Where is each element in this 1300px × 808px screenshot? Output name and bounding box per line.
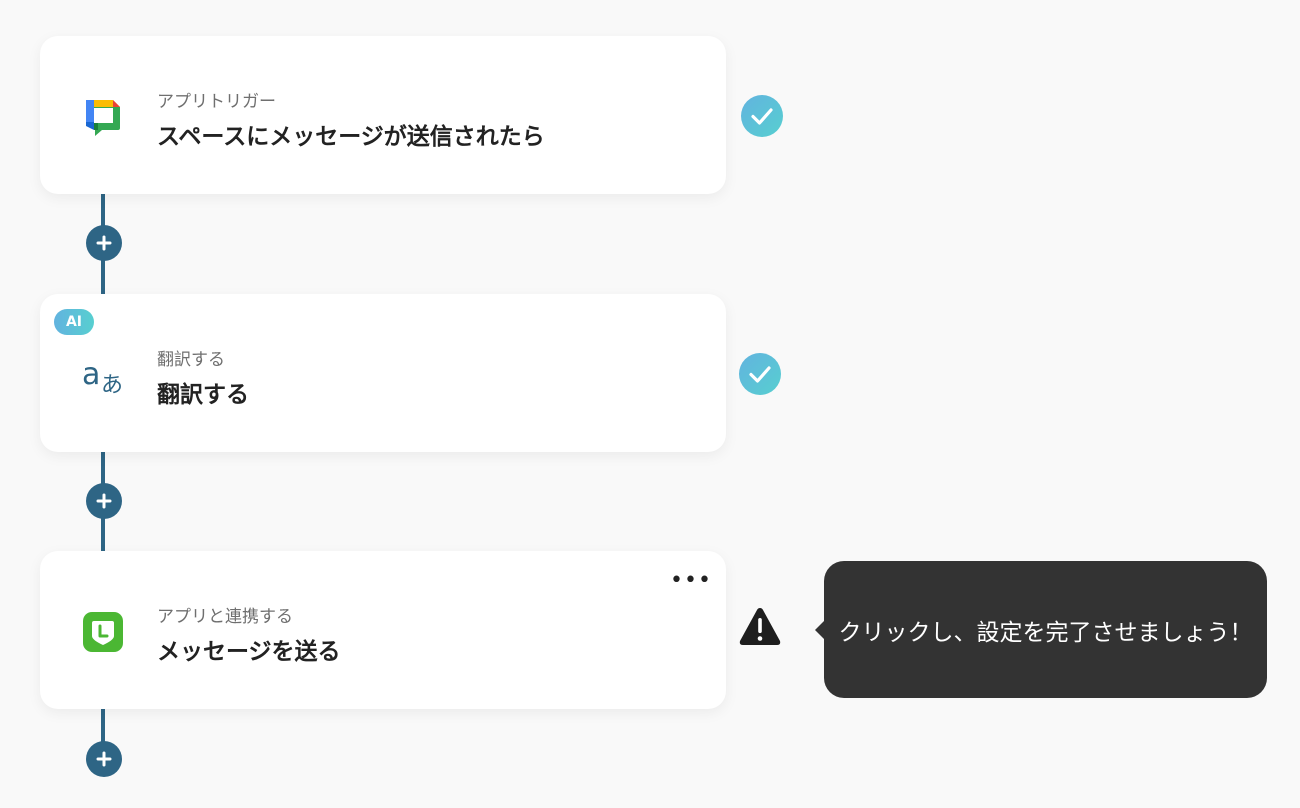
step-title: 翻訳する — [157, 382, 249, 408]
svg-text:あ: あ — [101, 373, 123, 396]
plus-icon — [96, 751, 112, 767]
plus-icon — [96, 493, 112, 509]
step-title: スペースにメッセージが送信されたら — [157, 124, 545, 150]
ai-badge: AI — [54, 309, 94, 335]
google-chat-icon — [82, 96, 124, 138]
check-icon — [738, 352, 782, 396]
add-step-button[interactable] — [86, 741, 122, 777]
tooltip-text: クリックし、設定を完了させましょう！ — [838, 619, 1253, 646]
step-subtitle: アプリと連携する — [157, 607, 293, 627]
setup-hint-tooltip: クリックし、設定を完了させましょう！ — [815, 561, 1267, 698]
check-icon — [740, 94, 784, 138]
translate-icon: a あ — [82, 354, 124, 396]
add-step-button[interactable] — [86, 225, 122, 261]
tooltip-arrow — [815, 620, 825, 640]
step-subtitle: 翻訳する — [157, 350, 225, 370]
svg-text:a: a — [82, 357, 100, 392]
step-subtitle: アプリトリガー — [157, 92, 276, 112]
plus-icon — [96, 235, 112, 251]
warning-icon — [738, 605, 782, 649]
step-card-translate[interactable]: AI a あ 翻訳する 翻訳する — [40, 294, 726, 452]
line-works-icon — [82, 611, 124, 653]
step-card-send-message[interactable]: ••• アプリと連携する メッセージを送る — [40, 551, 726, 709]
step-card-trigger[interactable]: アプリトリガー スペースにメッセージが送信されたら — [40, 36, 726, 194]
step-title: メッセージを送る — [157, 639, 341, 665]
more-options-button[interactable]: ••• — [670, 570, 711, 599]
add-step-button[interactable] — [86, 483, 122, 519]
